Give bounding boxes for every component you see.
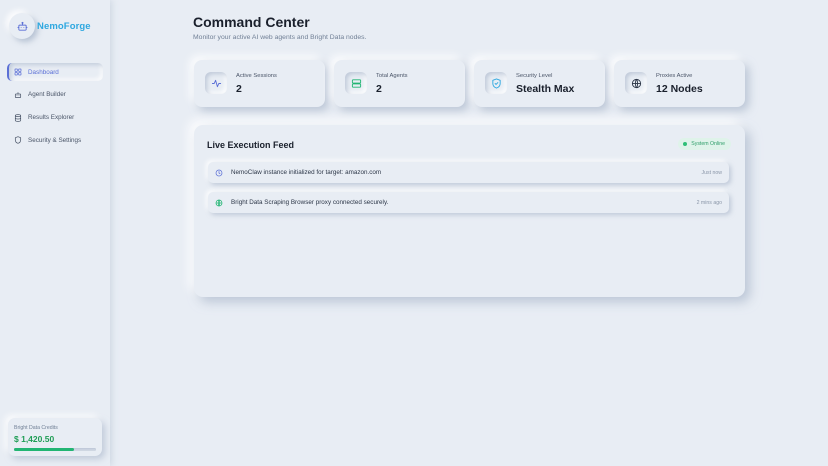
sidebar-item-label: Agent Builder [28,91,66,99]
server-icon [345,72,367,94]
robot-icon [9,13,35,39]
activity-icon [205,72,227,94]
stat-card-active-sessions: Active Sessions 2 [194,60,325,107]
brand-name: NemoForge [37,20,91,32]
stat-value: Stealth Max [516,83,575,95]
page-subtitle: Monitor your active AI web agents and Br… [193,34,367,41]
sidebar-item-results-explorer[interactable]: Results Explorer [7,109,103,127]
credits-value: $ 1,420.50 [14,434,55,444]
sidebar-nav: Dashboard Agent Builder Results Explorer… [7,63,103,154]
sidebar-item-security-settings[interactable]: Security & Settings [7,131,103,149]
stat-value: 2 [236,83,242,95]
page-title: Command Center [193,14,310,30]
status-badge: System Online [678,138,731,150]
feed-event-time: Just now [701,169,722,176]
shield-check-icon [485,72,507,94]
feed-event-row[interactable]: Bright Data Scraping Browser proxy conne… [208,192,729,213]
credits-progress-fill [14,448,74,451]
stat-label: Total Agents [376,73,408,79]
sidebar-item-label: Dashboard [28,68,59,76]
status-dot [683,142,688,146]
sidebar-item-agent-builder[interactable]: Agent Builder [7,86,103,104]
sidebar-item-label: Security & Settings [28,136,82,144]
sidebar-item-label: Results Explorer [28,114,75,122]
feed-event-row[interactable]: NemoClaw instance initialized for target… [208,162,729,183]
credits-progress-bar [14,448,96,451]
clock-icon [214,169,224,177]
status-text: System Online [691,141,725,147]
stat-label: Security Level [516,73,553,79]
stat-card-total-agents: Total Agents 2 [334,60,465,107]
stat-card-proxies-active: Proxies Active 12 Nodes [614,60,745,107]
stat-label: Proxies Active [656,73,693,79]
credits-label: Bright Data Credits [14,425,58,431]
credits-card: Bright Data Credits $ 1,420.50 [8,418,102,456]
stat-label: Active Sessions [236,73,277,79]
sidebar-item-dashboard[interactable]: Dashboard [7,63,103,81]
shield-icon [14,136,22,145]
stat-value: 12 Nodes [656,83,703,95]
brand[interactable]: NemoForge [9,13,91,39]
robot-icon [14,92,22,98]
feed-event-message: Bright Data Scraping Browser proxy conne… [231,199,389,206]
stat-value: 2 [376,83,382,95]
globe-icon [214,199,224,207]
feed-event-time: 2 mins ago [696,199,722,206]
app-window: NemoForge Dashboard Agent Builder Result… [0,0,828,466]
sidebar: NemoForge Dashboard Agent Builder Result… [0,0,110,466]
globe-icon [625,72,647,94]
stat-card-security-level: Security Level Stealth Max [474,60,605,107]
dashboard-icon [14,68,22,76]
feed-event-message: NemoClaw instance initialized for target… [231,169,382,176]
database-icon [14,113,22,122]
live-execution-feed: Live Execution Feed System Online NemoCl… [194,125,745,297]
feed-title: Live Execution Feed [207,140,295,150]
